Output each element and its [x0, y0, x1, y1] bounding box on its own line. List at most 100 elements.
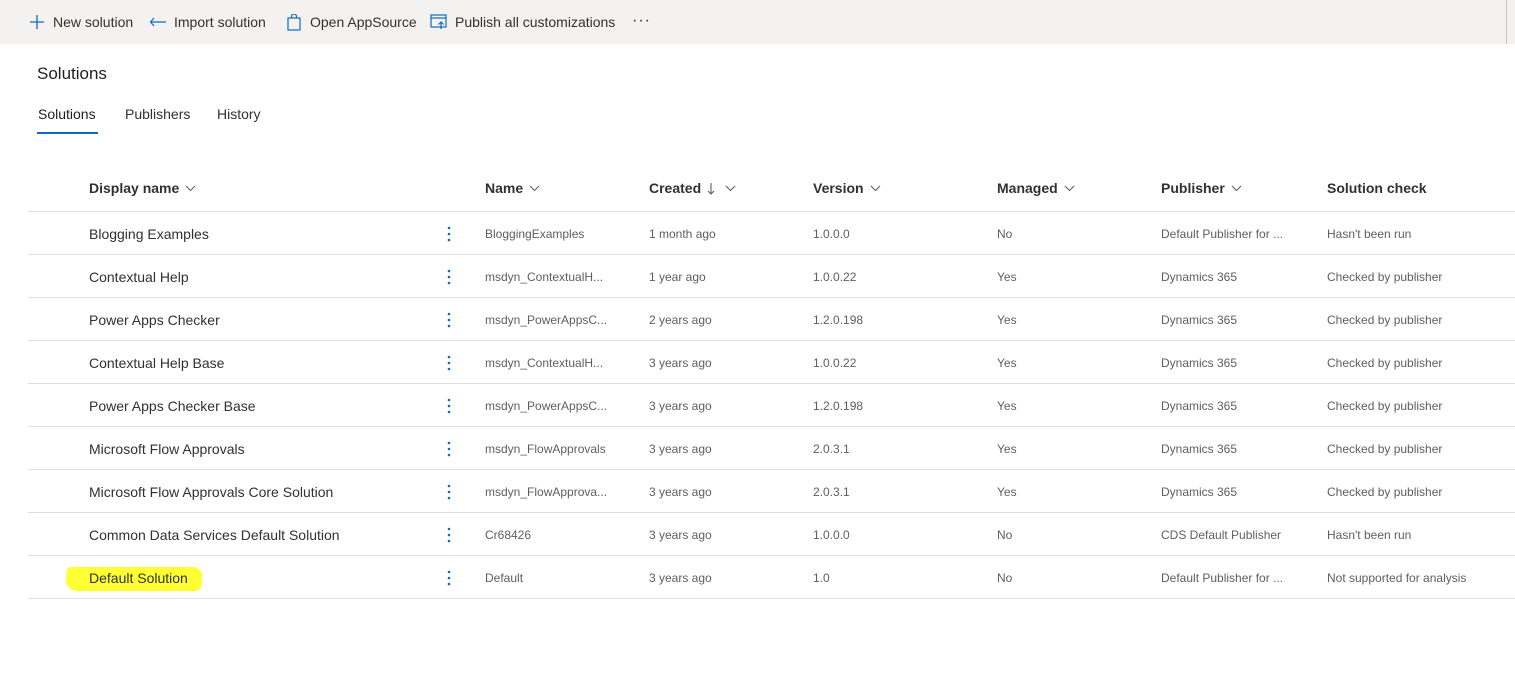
created-cell: 2 years ago: [649, 312, 712, 327]
publisher-cell: CDS Default Publisher: [1161, 527, 1282, 542]
managed-cell: Yes: [997, 355, 1017, 370]
table-row[interactable]: Common Data Services Default Solution Cr6…: [28, 513, 1515, 556]
column-label-display-name: Display name: [89, 180, 180, 196]
more-options-icon[interactable]: [442, 341, 456, 384]
chevron-down-icon: [725, 185, 736, 192]
column-label-name: Name: [485, 180, 524, 196]
table-row[interactable]: Power Apps Checker msdyn_PowerAppsC... 2 y…: [28, 298, 1515, 341]
display-name-cell[interactable]: Blogging Examples: [89, 212, 209, 255]
solution-check-cell: Not supported for analysis: [1327, 570, 1467, 585]
version-cell: 2.0.3.1: [813, 484, 850, 499]
publish-all-button[interactable]: Publish all customizations: [430, 12, 615, 32]
table-row[interactable]: Power Apps Checker Base msdyn_PowerAppsC.…: [28, 384, 1515, 427]
name-cell: BloggingExamples: [485, 226, 585, 241]
created-cell: 3 years ago: [649, 570, 712, 585]
version-cell: 1.0.0.0: [813, 527, 850, 542]
more-options-icon[interactable]: [442, 513, 456, 556]
chevron-down-icon: [870, 185, 881, 192]
version-cell: 1.0.0.0: [813, 226, 850, 241]
display-name-cell[interactable]: Default Solution: [89, 556, 188, 599]
new-solution-button[interactable]: New solution: [28, 12, 133, 32]
table-row[interactable]: Blogging Examples BloggingExamples 1 month…: [28, 212, 1515, 255]
display-name-cell[interactable]: Common Data Services Default Solution: [89, 513, 340, 556]
managed-cell: Yes: [997, 484, 1017, 499]
table-row[interactable]: Contextual Help Base msdyn_ContextualH...…: [28, 341, 1515, 384]
more-options-icon[interactable]: [442, 255, 456, 298]
arrow-left-icon: [149, 13, 167, 31]
name-cell: Default: [485, 570, 524, 585]
open-appsource-label: Open AppSource: [310, 14, 417, 30]
publisher-cell: Dynamics 365: [1161, 312, 1238, 327]
created-cell: 3 years ago: [649, 441, 712, 456]
chevron-down-icon: [1231, 185, 1242, 192]
publisher-cell: Dynamics 365: [1161, 398, 1238, 413]
column-header-solution-check[interactable]: Solution check: [1327, 180, 1427, 196]
column-header-created[interactable]: Created: [649, 180, 736, 196]
column-label-solution-check: Solution check: [1327, 180, 1427, 196]
table-row[interactable]: Default Solution Default 3 years ago 1.0 No D…: [28, 556, 1515, 599]
more-options-icon[interactable]: [442, 427, 456, 470]
managed-cell: Yes: [997, 441, 1017, 456]
command-bar: New solution Import solution Open AppSou…: [0, 0, 1515, 44]
chevron-down-icon: [1064, 185, 1075, 192]
column-label-version: Version: [813, 180, 864, 196]
import-solution-label: Import solution: [174, 14, 266, 30]
display-name-cell[interactable]: Microsoft Flow Approvals: [89, 427, 245, 470]
publish-icon: [430, 13, 448, 31]
chevron-down-icon: [529, 185, 540, 192]
solution-check-cell: Hasn't been run: [1327, 527, 1412, 542]
publish-all-label: Publish all customizations: [455, 14, 616, 30]
managed-cell: Yes: [997, 398, 1017, 413]
column-header-managed[interactable]: Managed: [997, 180, 1075, 196]
table-row[interactable]: Microsoft Flow Approvals Core Solution ms…: [28, 470, 1515, 513]
tab-publishers[interactable]: Publishers: [125, 106, 190, 122]
page-title: Solutions: [37, 64, 107, 83]
publisher-cell: Default Publisher for ...: [1161, 570, 1284, 585]
name-cell: msdyn_PowerAppsC...: [485, 398, 608, 413]
active-tab-indicator: [37, 132, 98, 134]
version-cell: 1.0.0.22: [813, 269, 857, 284]
display-name-cell[interactable]: Microsoft Flow Approvals Core Solution: [89, 470, 333, 513]
column-header-name[interactable]: Name: [485, 180, 540, 196]
table-row[interactable]: Contextual Help msdyn_ContextualH... 1 yea…: [28, 255, 1515, 298]
more-commands-button[interactable]: ···: [632, 12, 651, 30]
more-options-icon[interactable]: [442, 556, 456, 599]
managed-cell: Yes: [997, 269, 1017, 284]
solution-check-cell: Checked by publisher: [1327, 269, 1443, 284]
tab-history[interactable]: History: [217, 106, 261, 122]
solution-check-cell: Checked by publisher: [1327, 398, 1443, 413]
column-label-created: Created: [649, 180, 702, 196]
chevron-down-icon: [185, 185, 196, 192]
display-name-cell[interactable]: Power Apps Checker Base: [89, 384, 256, 427]
version-cell: 2.0.3.1: [813, 441, 850, 456]
open-appsource-button[interactable]: Open AppSource: [285, 12, 417, 32]
solution-check-cell: Hasn't been run: [1327, 226, 1412, 241]
name-cell: msdyn_ContextualH...: [485, 355, 604, 370]
name-cell: msdyn_PowerAppsC...: [485, 312, 608, 327]
tab-solutions[interactable]: Solutions: [38, 106, 96, 122]
import-solution-button[interactable]: Import solution: [149, 12, 266, 32]
column-header-version[interactable]: Version: [813, 180, 881, 196]
display-name-cell[interactable]: Contextual Help: [89, 255, 189, 298]
created-cell: 1 month ago: [649, 226, 716, 241]
managed-cell: No: [997, 527, 1013, 542]
display-name-cell[interactable]: Power Apps Checker: [89, 298, 220, 341]
more-options-icon[interactable]: [442, 298, 456, 341]
solution-check-cell: Checked by publisher: [1327, 441, 1443, 456]
display-name-cell[interactable]: Contextual Help Base: [89, 341, 224, 384]
more-options-icon[interactable]: [442, 470, 456, 513]
created-cell: 3 years ago: [649, 484, 712, 499]
publisher-cell: Dynamics 365: [1161, 355, 1238, 370]
plus-icon: [28, 13, 46, 31]
column-header-display-name[interactable]: Display name: [89, 180, 196, 196]
name-cell: msdyn_ContextualH...: [485, 269, 604, 284]
more-options-icon[interactable]: [442, 384, 456, 427]
column-header-publisher[interactable]: Publisher: [1161, 180, 1242, 196]
version-cell: 1.0.0.22: [813, 355, 857, 370]
table-row[interactable]: Microsoft Flow Approvals msdyn_FlowApprov…: [28, 427, 1515, 470]
created-cell: 3 years ago: [649, 355, 712, 370]
commandbar-divider: [1506, 0, 1507, 44]
column-label-managed: Managed: [997, 180, 1058, 196]
publisher-cell: Dynamics 365: [1161, 441, 1238, 456]
more-options-icon[interactable]: [442, 212, 456, 255]
